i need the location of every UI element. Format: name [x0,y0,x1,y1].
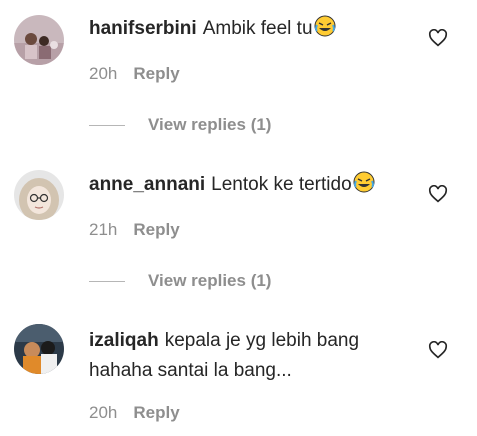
comment-item: izaliqah kepala je yg lebih bang hahaha s… [0,312,477,436]
comment-meta: 20h Reply [89,64,180,84]
comment-text: izaliqah kepala je yg lebih bang hahaha s… [89,326,409,386]
divider-line [89,281,125,283]
view-replies-button[interactable]: View replies (1) [89,115,271,135]
comment-body-line1: kepala je yg lebih bang [164,330,360,351]
comment-meta: 20h Reply [89,403,180,423]
heart-outline-icon[interactable] [428,29,448,47]
comment-text: anne_annani Lentok ke tertido [89,170,409,203]
comment-timestamp: 21h [89,220,118,239]
comment-meta: 21h Reply [89,220,180,240]
comment-timestamp: 20h [89,64,118,83]
comment-text: hanifserbini Ambik feel tu [89,14,409,47]
comment-username[interactable]: hanifserbini [89,18,197,39]
reply-button[interactable]: Reply [133,220,179,239]
comment-timestamp: 20h [89,403,118,422]
reply-button[interactable]: Reply [133,403,179,422]
comment-body: Lentok ke tertido [211,174,352,195]
view-replies-label: View replies (1) [148,271,272,290]
comment-username[interactable]: izaliqah [89,330,159,351]
comment-item: anne_annani Lentok ke tertido 21h Reply Vi… [0,156,477,296]
divider-line [89,125,125,127]
heart-outline-icon[interactable] [428,341,448,359]
comment-username[interactable]: anne_annani [89,174,205,195]
view-replies-label: View replies (1) [148,115,272,134]
reply-button[interactable]: Reply [133,64,179,83]
view-replies-button[interactable]: View replies (1) [89,271,271,291]
heart-outline-icon[interactable] [428,185,448,203]
avatar[interactable] [14,324,64,374]
face-with-tears-of-joy-icon [353,171,375,203]
avatar[interactable] [14,15,64,65]
avatar[interactable] [14,170,64,220]
comment-body: Ambik feel tu [202,18,313,39]
comment-body-line2: hahaha santai la bang... [89,360,292,381]
face-with-tears-of-joy-icon [314,15,336,47]
comment-item: hanifserbini Ambik feel tu 20h Reply View … [0,0,477,140]
